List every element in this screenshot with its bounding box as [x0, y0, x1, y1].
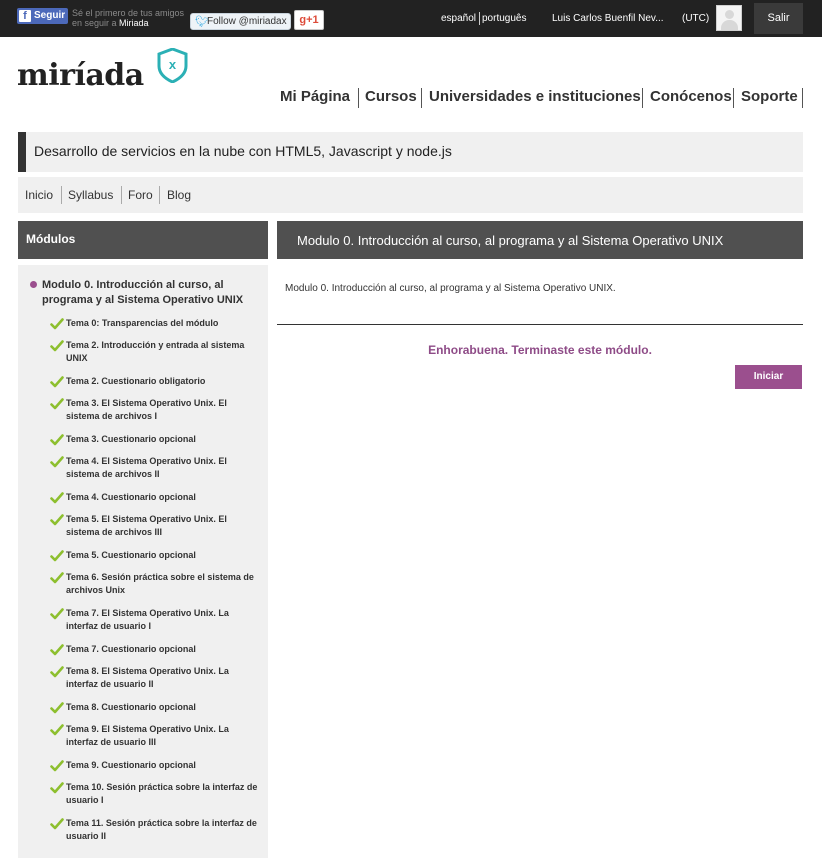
tab-inicio[interactable]: Inicio [25, 188, 53, 202]
tab-syllabus[interactable]: Syllabus [68, 188, 113, 202]
checkmark-icon [50, 608, 64, 620]
logo-badge-letter: x [169, 57, 177, 72]
avatar[interactable] [716, 5, 742, 31]
topic-label: Tema 0: Transparencias del módulo [66, 318, 219, 328]
logout-button[interactable]: Salir [754, 3, 803, 34]
logo-badge-icon[interactable]: x [157, 48, 188, 83]
nav-item-universidades[interactable]: Universidades e instituciones [429, 86, 641, 108]
topic-label: Tema 4. Cuestionario opcional [66, 492, 196, 502]
completion-message: Enhorabuena. Terminaste este módulo. [428, 343, 652, 357]
module-description: Modulo 0. Introducción al curso, al prog… [285, 283, 616, 294]
course-title: Desarrollo de servicios en la nube con H… [34, 143, 452, 159]
facebook-icon: f [19, 10, 31, 22]
twitter-follow-button[interactable]: 🐦︎ Follow @miriadax [190, 13, 291, 30]
main-navigation: Mi Página Cursos Universidades e institu… [272, 86, 804, 108]
checkmark-icon [50, 376, 64, 388]
course-title-bar: Desarrollo de servicios en la nube con H… [18, 132, 803, 172]
checkmark-icon [50, 572, 64, 584]
module-heading: Modulo 0. Introducción al curso, al prog… [297, 233, 724, 248]
facebook-note-brand: Miriada [119, 18, 149, 28]
nav-divider [802, 88, 803, 108]
facebook-follow-label: Seguir [34, 10, 66, 21]
nav-item-mi-pagina[interactable]: Mi Página [280, 86, 350, 108]
nav-item-conocenos[interactable]: Conócenos [650, 86, 732, 108]
topic-label: Tema 9. Cuestionario opcional [66, 760, 196, 770]
topic-label: Tema 10. Sesión práctica sobre la interf… [66, 782, 258, 805]
checkmark-icon [50, 818, 64, 830]
topic-label: Tema 8. Cuestionario opcional [66, 702, 196, 712]
topic-label: Tema 11. Sesión práctica sobre la interf… [66, 818, 257, 841]
module-header: Modulo 0. Introducción al curso, al prog… [277, 221, 803, 259]
content-divider [277, 324, 803, 325]
course-nav-divider [159, 186, 160, 204]
nav-divider [358, 88, 359, 108]
site-logo-text[interactable]: miríada [17, 58, 144, 93]
course-nav-divider [121, 186, 122, 204]
language-link-spanish[interactable]: español [441, 13, 476, 24]
checkmark-icon [50, 724, 64, 736]
top-bar: f Seguir Sé el primero de tus amigos en … [0, 0, 822, 37]
tab-foro[interactable]: Foro [128, 188, 153, 202]
checkmark-icon [50, 318, 64, 330]
topic-label: Tema 5. Cuestionario opcional [66, 550, 196, 560]
checkmark-icon [50, 514, 64, 526]
checkmark-icon [50, 666, 64, 678]
topic-label: Tema 9. El Sistema Operativo Unix. La in… [66, 724, 229, 747]
user-name-link[interactable]: Luis Carlos Buenfil Nev... [552, 13, 664, 24]
checkmark-icon [50, 492, 64, 504]
nav-divider [421, 88, 422, 108]
facebook-social-note: Sé el primero de tus amigos en seguir a … [72, 8, 187, 28]
checkmark-icon [50, 434, 64, 446]
checkmark-icon [50, 782, 64, 794]
topic-label: Tema 8. El Sistema Operativo Unix. La in… [66, 666, 229, 689]
topic-label: Tema 5. El Sistema Operativo Unix. El si… [66, 514, 227, 537]
timezone-label: (UTC) [682, 13, 710, 24]
google-plus-one-button[interactable]: g+1 [294, 10, 324, 30]
topic-label: Tema 7. Cuestionario opcional [66, 644, 196, 654]
language-link-portuguese[interactable]: português [482, 13, 526, 24]
language-divider [479, 12, 480, 25]
topic-label: Tema 3. El Sistema Operativo Unix. El si… [66, 398, 227, 421]
checkmark-icon [50, 398, 64, 410]
topic-label: Tema 2. Introducción y entrada al sistem… [66, 340, 245, 363]
start-button[interactable]: Iniciar [735, 365, 802, 389]
nav-item-cursos[interactable]: Cursos [365, 86, 417, 108]
topic-label: Tema 3. Cuestionario opcional [66, 434, 196, 444]
nav-divider [642, 88, 643, 108]
twitter-follow-label: Follow @miriadax [207, 16, 287, 27]
current-module-dot-icon [30, 281, 37, 288]
modules-panel: Modulo 0. Introducción al curso, al prog… [18, 265, 268, 858]
topic-label: Tema 4. El Sistema Operativo Unix. El si… [66, 456, 227, 479]
checkmark-icon [50, 340, 64, 352]
tab-blog[interactable]: Blog [167, 188, 191, 202]
checkmark-icon [50, 760, 64, 772]
modules-heading: Módulos [26, 232, 76, 246]
nav-item-soporte[interactable]: Soporte [741, 86, 798, 108]
topic-label: Tema 2. Cuestionario obligatorio [66, 376, 206, 386]
course-nav-divider [61, 186, 62, 204]
facebook-follow-button[interactable]: f Seguir [17, 8, 68, 24]
module-link[interactable]: Modulo 0. Introducción al curso, al prog… [42, 278, 264, 308]
checkmark-icon [50, 702, 64, 714]
checkmark-icon [50, 456, 64, 468]
topic-label: Tema 7. El Sistema Operativo Unix. La in… [66, 608, 229, 631]
modules-header: Módulos [18, 221, 268, 259]
course-navigation: Inicio Syllabus Foro Blog [18, 177, 803, 213]
avatar-head-shape [725, 10, 734, 19]
avatar-body-shape [721, 20, 738, 30]
topic-label: Tema 6. Sesión práctica sobre el sistema… [66, 572, 254, 595]
nav-divider [733, 88, 734, 108]
checkmark-icon [50, 644, 64, 656]
checkmark-icon [50, 550, 64, 562]
